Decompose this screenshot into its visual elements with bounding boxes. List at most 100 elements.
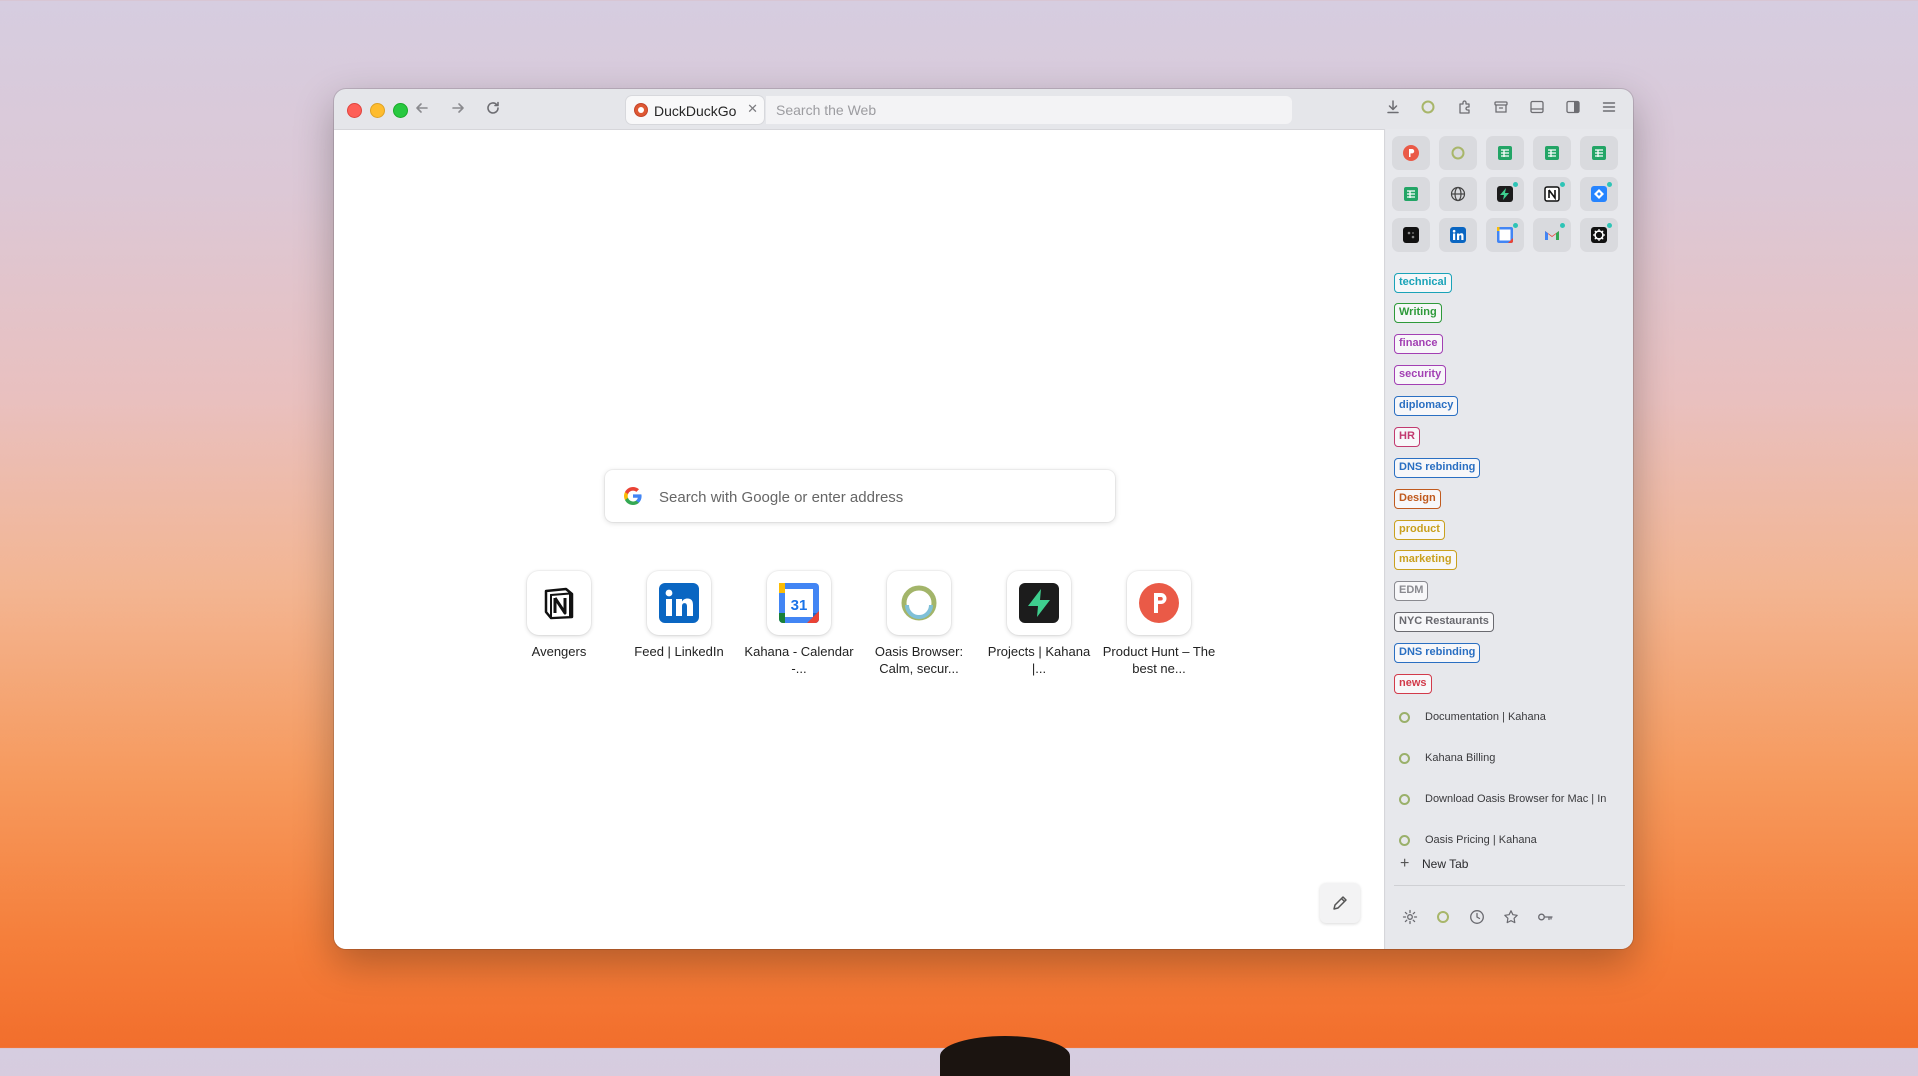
pinned-tab-sheets[interactable] bbox=[1392, 177, 1430, 211]
shortcut-label: Avengers bbox=[531, 644, 587, 659]
oasis-home-button[interactable] bbox=[1433, 909, 1453, 929]
pinned-tab-globe[interactable] bbox=[1439, 177, 1477, 211]
tab-title: DuckDuckGo bbox=[654, 103, 737, 119]
pinned-tab-notion[interactable] bbox=[1533, 177, 1571, 211]
shortcut-tile[interactable] bbox=[1007, 571, 1071, 635]
pinned-tab-sheets[interactable] bbox=[1580, 136, 1618, 170]
shortcut-linkedin[interactable]: Feed | LinkedIn bbox=[619, 571, 739, 660]
folder-dns-rebinding[interactable]: DNS rebinding bbox=[1394, 458, 1481, 478]
shortcut-tile[interactable]: 31 bbox=[767, 571, 831, 635]
folder-technical[interactable]: technical bbox=[1394, 273, 1452, 293]
oasis-icon bbox=[1399, 712, 1410, 723]
oasis-icon bbox=[1399, 794, 1410, 805]
pinned-tab-sheets[interactable] bbox=[1533, 136, 1571, 170]
sidebar-tab[interactable]: Download Oasis Browser for Mac | In bbox=[1396, 785, 1624, 815]
sidebar-tab[interactable]: Documentation | Kahana bbox=[1396, 703, 1624, 733]
shortcut-label: Product Hunt – The best ne... bbox=[1102, 644, 1216, 676]
forward-button[interactable] bbox=[447, 99, 469, 121]
shortcut-product-hunt[interactable]: Product Hunt – The best ne... bbox=[1099, 571, 1219, 677]
google-search-box[interactable] bbox=[605, 470, 1115, 524]
notion-icon bbox=[1544, 186, 1560, 202]
shortcut-kahana-calendar[interactable]: 31 Kahana - Calendar -... bbox=[739, 571, 859, 677]
archive-button[interactable] bbox=[1490, 99, 1512, 121]
folder-nyc-restaurants[interactable]: NYC Restaurants bbox=[1394, 612, 1494, 632]
settings-button[interactable] bbox=[1400, 909, 1420, 929]
oasis-icon bbox=[1399, 835, 1410, 846]
sheets-icon bbox=[1498, 146, 1512, 160]
shortcut-tile[interactable] bbox=[527, 571, 591, 635]
shortcut-tile[interactable] bbox=[647, 571, 711, 635]
pinned-tab-oasis[interactable] bbox=[1439, 136, 1477, 170]
sidebar-divider bbox=[1394, 885, 1625, 886]
pinned-tab-jira[interactable] bbox=[1580, 177, 1618, 211]
passwords-button[interactable] bbox=[1535, 909, 1555, 929]
extensions-button[interactable] bbox=[1454, 99, 1476, 121]
back-button[interactable] bbox=[411, 99, 433, 121]
minimize-window-button[interactable] bbox=[370, 103, 385, 118]
browser-window: DuckDuckGo ✕ Search the Web Search with … bbox=[334, 89, 1633, 949]
unread-dot bbox=[1560, 223, 1565, 228]
sidebar-tab[interactable]: Kahana Billing bbox=[1396, 744, 1624, 774]
oasis-button[interactable] bbox=[1417, 99, 1439, 121]
new-tab-button[interactable]: + New Tab bbox=[1400, 855, 1468, 873]
sheets-icon bbox=[1592, 146, 1606, 160]
google-icon bbox=[624, 487, 642, 505]
pinned-tab-dark-app[interactable] bbox=[1392, 218, 1430, 252]
folder-marketing[interactable]: marketing bbox=[1394, 550, 1457, 570]
folder-news[interactable]: news bbox=[1394, 674, 1432, 694]
bookmarks-button[interactable] bbox=[1501, 909, 1521, 929]
pinned-tab-calendar[interactable] bbox=[1486, 218, 1524, 252]
google-search-input[interactable] bbox=[657, 470, 1101, 524]
address-input[interactable] bbox=[766, 96, 1302, 124]
shortcut-oasis-browser[interactable]: Oasis Browser: Calm, secur... bbox=[859, 571, 979, 677]
arrow-left-icon bbox=[416, 103, 428, 113]
folder-writing[interactable]: Writing bbox=[1394, 303, 1442, 323]
close-window-button[interactable] bbox=[347, 103, 362, 118]
history-button[interactable] bbox=[1467, 909, 1487, 929]
unread-dot bbox=[1607, 182, 1612, 187]
settings-app-icon bbox=[1591, 227, 1607, 243]
folder-finance[interactable]: finance bbox=[1394, 334, 1443, 354]
address-bar[interactable] bbox=[766, 96, 1302, 124]
folder-diplomacy[interactable]: diplomacy bbox=[1394, 396, 1459, 416]
folder-design[interactable]: Design bbox=[1394, 489, 1441, 509]
unread-dot bbox=[1513, 223, 1518, 228]
active-tab[interactable]: DuckDuckGo ✕ bbox=[626, 96, 764, 124]
shortcut-projects-kahana[interactable]: Projects | Kahana |... bbox=[979, 571, 1099, 677]
menu-button[interactable] bbox=[1598, 99, 1620, 121]
oasis-icon bbox=[1437, 911, 1449, 923]
pinned-tab-sheets[interactable] bbox=[1486, 136, 1524, 170]
shortcut-tile[interactable] bbox=[887, 571, 951, 635]
folder-security[interactable]: security bbox=[1394, 365, 1447, 385]
sidebar-tab-title: Oasis Pricing | Kahana bbox=[1425, 834, 1537, 846]
downloads-button[interactable] bbox=[1382, 99, 1404, 121]
sidebar-toggle-button[interactable] bbox=[1562, 99, 1584, 121]
notion-icon bbox=[544, 587, 574, 620]
pinned-tab-linkedin[interactable] bbox=[1439, 218, 1477, 252]
zoom-window-button[interactable] bbox=[393, 103, 408, 118]
calendar-icon bbox=[1497, 227, 1513, 243]
hamburger-icon bbox=[1602, 102, 1616, 112]
folder-dns-rebinding-2[interactable]: DNS rebinding bbox=[1394, 643, 1481, 663]
folder-edm[interactable]: EDM bbox=[1394, 581, 1429, 601]
duckduckgo-icon bbox=[634, 103, 648, 117]
mountain-silhouette bbox=[940, 1036, 1070, 1076]
pinned-tab-settings-app[interactable] bbox=[1580, 218, 1618, 252]
tab-close-icon[interactable]: ✕ bbox=[747, 101, 758, 117]
shortcut-label: Feed | LinkedIn bbox=[634, 644, 724, 659]
folder-hr[interactable]: HR bbox=[1394, 427, 1420, 447]
shortcut-tile[interactable] bbox=[1127, 571, 1191, 635]
oasis-icon bbox=[1451, 146, 1465, 160]
folder-product[interactable]: product bbox=[1394, 520, 1445, 540]
reload-button[interactable] bbox=[482, 99, 504, 121]
dark-app-icon bbox=[1403, 227, 1419, 243]
unread-dot bbox=[1560, 182, 1565, 187]
pinned-tab-product-hunt[interactable] bbox=[1392, 136, 1430, 170]
pinned-tab-supabase[interactable] bbox=[1486, 177, 1524, 211]
bottom-panel-button[interactable] bbox=[1526, 99, 1548, 121]
shortcut-avengers[interactable]: Avengers bbox=[499, 571, 619, 660]
sidebar-tab[interactable]: Oasis Pricing | Kahana bbox=[1396, 826, 1624, 856]
archive-icon bbox=[1494, 101, 1508, 113]
customize-button[interactable] bbox=[1320, 883, 1360, 923]
pinned-tab-gmail[interactable] bbox=[1533, 218, 1571, 252]
